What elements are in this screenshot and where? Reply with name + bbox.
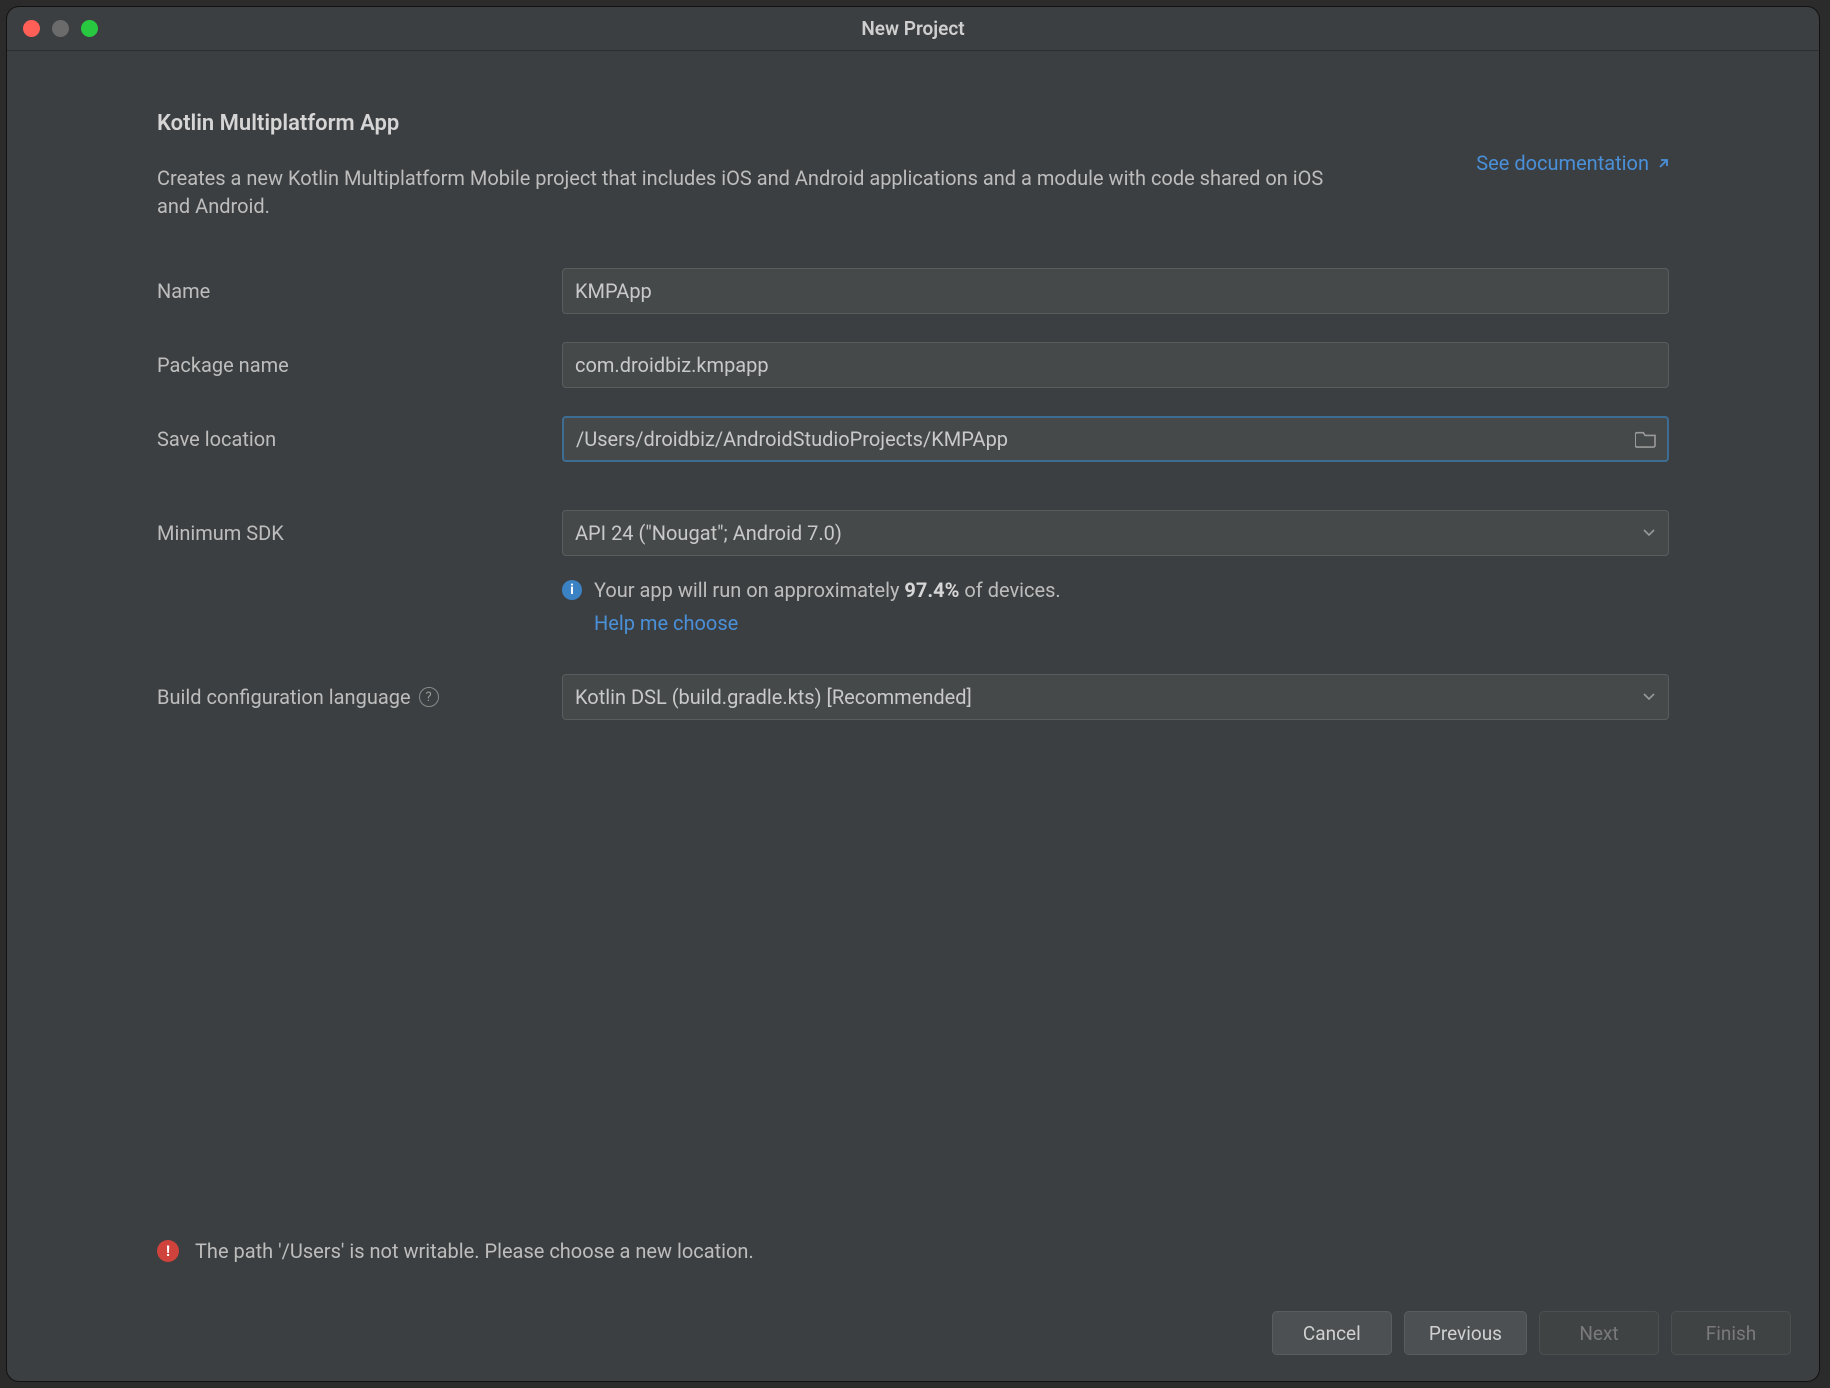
browse-folder-icon[interactable] — [1635, 430, 1657, 448]
project-type-description: Creates a new Kotlin Multiplatform Mobil… — [157, 164, 1357, 220]
error-text: The path '/Users' is not writable. Pleas… — [195, 1239, 754, 1263]
project-type-title: Kotlin Multiplatform App — [157, 111, 1357, 136]
titlebar: New Project — [7, 7, 1819, 51]
package-name-label: Package name — [157, 353, 562, 377]
finish-button: Finish — [1671, 1311, 1791, 1355]
button-row: Cancel Previous Next Finish — [1272, 1311, 1791, 1355]
name-input[interactable] — [562, 268, 1669, 314]
window-title: New Project — [7, 17, 1819, 40]
new-project-window: New Project Kotlin Multiplatform App Cre… — [7, 7, 1819, 1381]
minimum-sdk-label: Minimum SDK — [157, 521, 562, 545]
error-icon: ! — [157, 1240, 179, 1262]
name-label: Name — [157, 279, 562, 303]
help-icon[interactable]: ? — [419, 687, 439, 707]
see-documentation-label: See documentation — [1476, 151, 1649, 175]
minimum-sdk-value: API 24 ("Nougat"; Android 7.0) — [575, 521, 842, 545]
content-area: Kotlin Multiplatform App Creates a new K… — [7, 51, 1819, 1381]
info-icon: i — [562, 580, 582, 600]
see-documentation-link[interactable]: See documentation — [1476, 151, 1669, 175]
error-message-row: ! The path '/Users' is not writable. Ple… — [157, 1239, 1669, 1263]
build-config-language-select[interactable]: Kotlin DSL (build.gradle.kts) [Recommend… — [562, 674, 1669, 720]
next-button: Next — [1539, 1311, 1659, 1355]
build-config-language-label: Build configuration language ? — [157, 685, 562, 709]
help-me-choose-link[interactable]: Help me choose — [594, 609, 738, 638]
cancel-button[interactable]: Cancel — [1272, 1311, 1392, 1355]
package-name-input[interactable] — [562, 342, 1669, 388]
save-location-input[interactable] — [562, 416, 1669, 462]
save-location-label: Save location — [157, 427, 562, 451]
minimum-sdk-select[interactable]: API 24 ("Nougat"; Android 7.0) — [562, 510, 1669, 556]
external-link-icon — [1657, 151, 1669, 175]
previous-button[interactable]: Previous — [1404, 1311, 1527, 1355]
device-coverage-text: Your app will run on approximately 97.4%… — [594, 576, 1061, 638]
build-config-language-value: Kotlin DSL (build.gradle.kts) [Recommend… — [575, 685, 972, 709]
